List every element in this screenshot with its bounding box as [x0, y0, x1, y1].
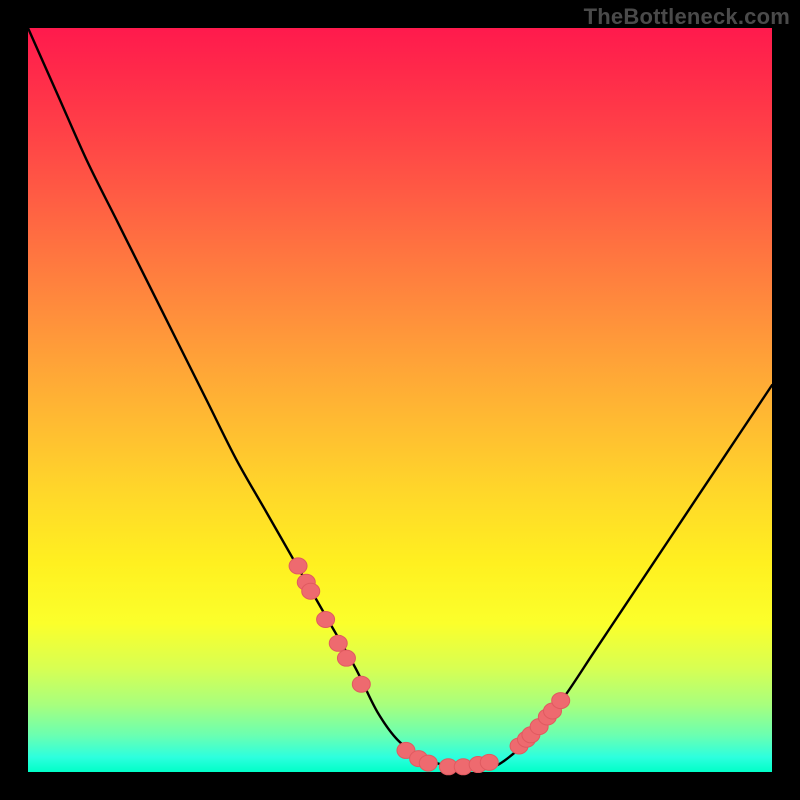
data-marker — [302, 583, 320, 599]
bottleneck-curve — [28, 28, 772, 768]
plot-area — [28, 28, 772, 772]
data-marker — [419, 755, 437, 771]
chart-svg — [28, 28, 772, 772]
data-marker — [480, 754, 498, 770]
data-marker — [289, 558, 307, 574]
data-marker — [329, 635, 347, 651]
data-marker — [317, 611, 335, 627]
chart-frame: TheBottleneck.com — [0, 0, 800, 800]
data-marker — [337, 650, 355, 666]
data-marker — [352, 676, 370, 692]
data-marker — [552, 693, 570, 709]
curve-markers — [289, 558, 570, 775]
watermark-text: TheBottleneck.com — [584, 4, 790, 30]
